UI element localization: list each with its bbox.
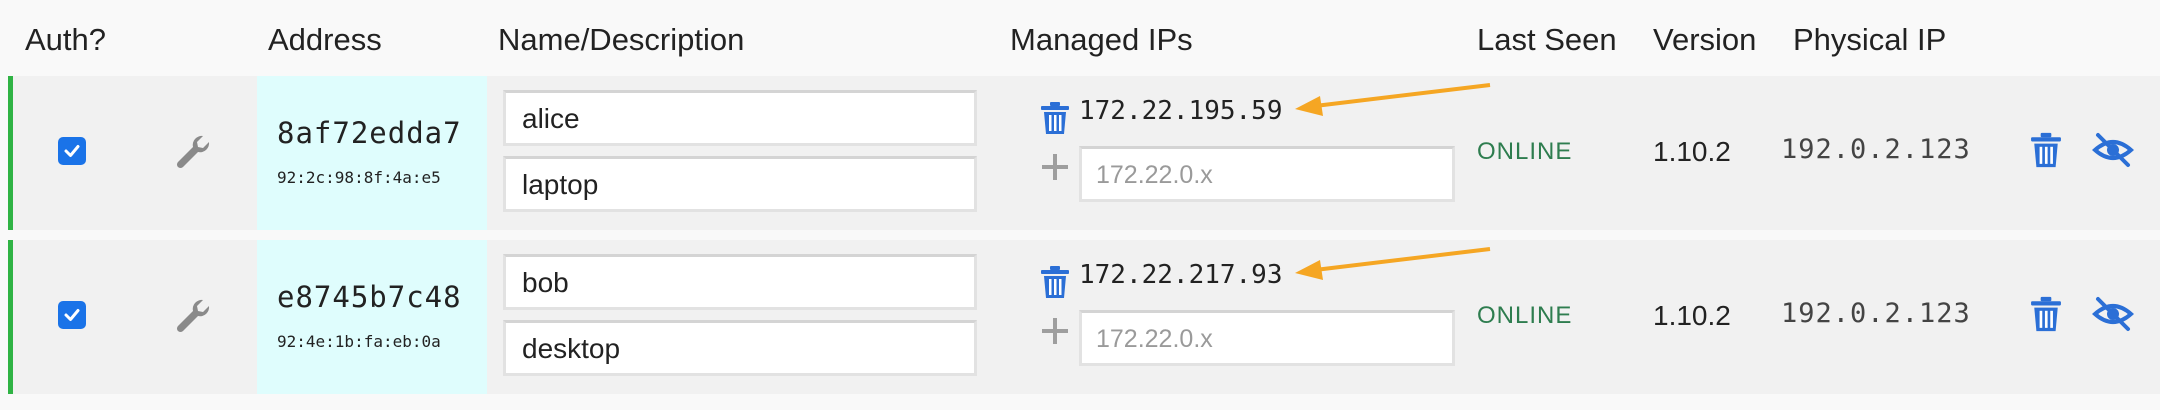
header-last-seen: Last Seen: [1477, 22, 1617, 57]
member-address: 8af72edda7: [277, 116, 462, 150]
address-cell: 8af72edda7 92:2c:98:8f:4a:e5: [257, 76, 487, 230]
table-row: e8745b7c48 92:4e:1b:fa:eb:0a bob desktop…: [8, 240, 2160, 394]
member-name-input[interactable]: alice: [503, 90, 977, 146]
trash-icon[interactable]: [1040, 265, 1070, 299]
trash-icon[interactable]: [1040, 101, 1070, 135]
checkmark-icon: [64, 145, 80, 157]
header-name: Name/Description: [498, 22, 745, 57]
physical-ip: 192.0.2.123: [1781, 134, 1971, 165]
managed-ip: 172.22.195.59: [1079, 96, 1283, 126]
trash-icon[interactable]: [2030, 295, 2062, 333]
status-badge: ONLINE: [1477, 302, 1573, 329]
address-cell: e8745b7c48 92:4e:1b:fa:eb:0a: [257, 240, 487, 394]
header-version: Version: [1653, 22, 1757, 57]
status-badge: ONLINE: [1477, 138, 1573, 165]
member-version: 1.10.2: [1653, 300, 1731, 331]
member-description-input[interactable]: desktop: [503, 320, 977, 376]
member-description-input[interactable]: laptop: [503, 156, 977, 212]
new-ip-input[interactable]: 172.22.0.x: [1079, 310, 1455, 366]
header-physical-ip: Physical IP: [1793, 22, 1947, 57]
authorized-checkbox[interactable]: [58, 137, 86, 165]
table-header: Auth? Address Name/Description Managed I…: [0, 0, 2160, 76]
authorized-checkbox[interactable]: [58, 301, 86, 329]
checkmark-icon: [64, 309, 80, 321]
eye-slash-icon[interactable]: [2092, 132, 2134, 168]
wrench-icon[interactable]: [173, 132, 213, 172]
header-address: Address: [268, 22, 382, 57]
mac-address: 92:2c:98:8f:4a:e5: [277, 168, 441, 187]
eye-slash-icon[interactable]: [2092, 296, 2134, 332]
arrow-icon: [1295, 83, 1491, 116]
wrench-icon[interactable]: [173, 296, 213, 336]
physical-ip: 192.0.2.123: [1781, 298, 1971, 329]
plus-icon[interactable]: [1040, 316, 1070, 346]
mac-address: 92:4e:1b:fa:eb:0a: [277, 332, 441, 351]
member-address: e8745b7c48: [277, 280, 462, 314]
managed-ip: 172.22.217.93: [1079, 260, 1283, 290]
table-row: 8af72edda7 92:2c:98:8f:4a:e5 alice lapto…: [8, 76, 2160, 230]
member-name-input[interactable]: bob: [503, 254, 977, 310]
arrow-icon: [1295, 247, 1491, 280]
new-ip-input[interactable]: 172.22.0.x: [1079, 146, 1455, 202]
header-auth: Auth?: [25, 22, 107, 57]
header-managed-ips: Managed IPs: [1010, 22, 1193, 57]
members-table: Auth? Address Name/Description Managed I…: [0, 0, 2160, 410]
member-version: 1.10.2: [1653, 136, 1731, 167]
plus-icon[interactable]: [1040, 152, 1070, 182]
trash-icon[interactable]: [2030, 131, 2062, 169]
